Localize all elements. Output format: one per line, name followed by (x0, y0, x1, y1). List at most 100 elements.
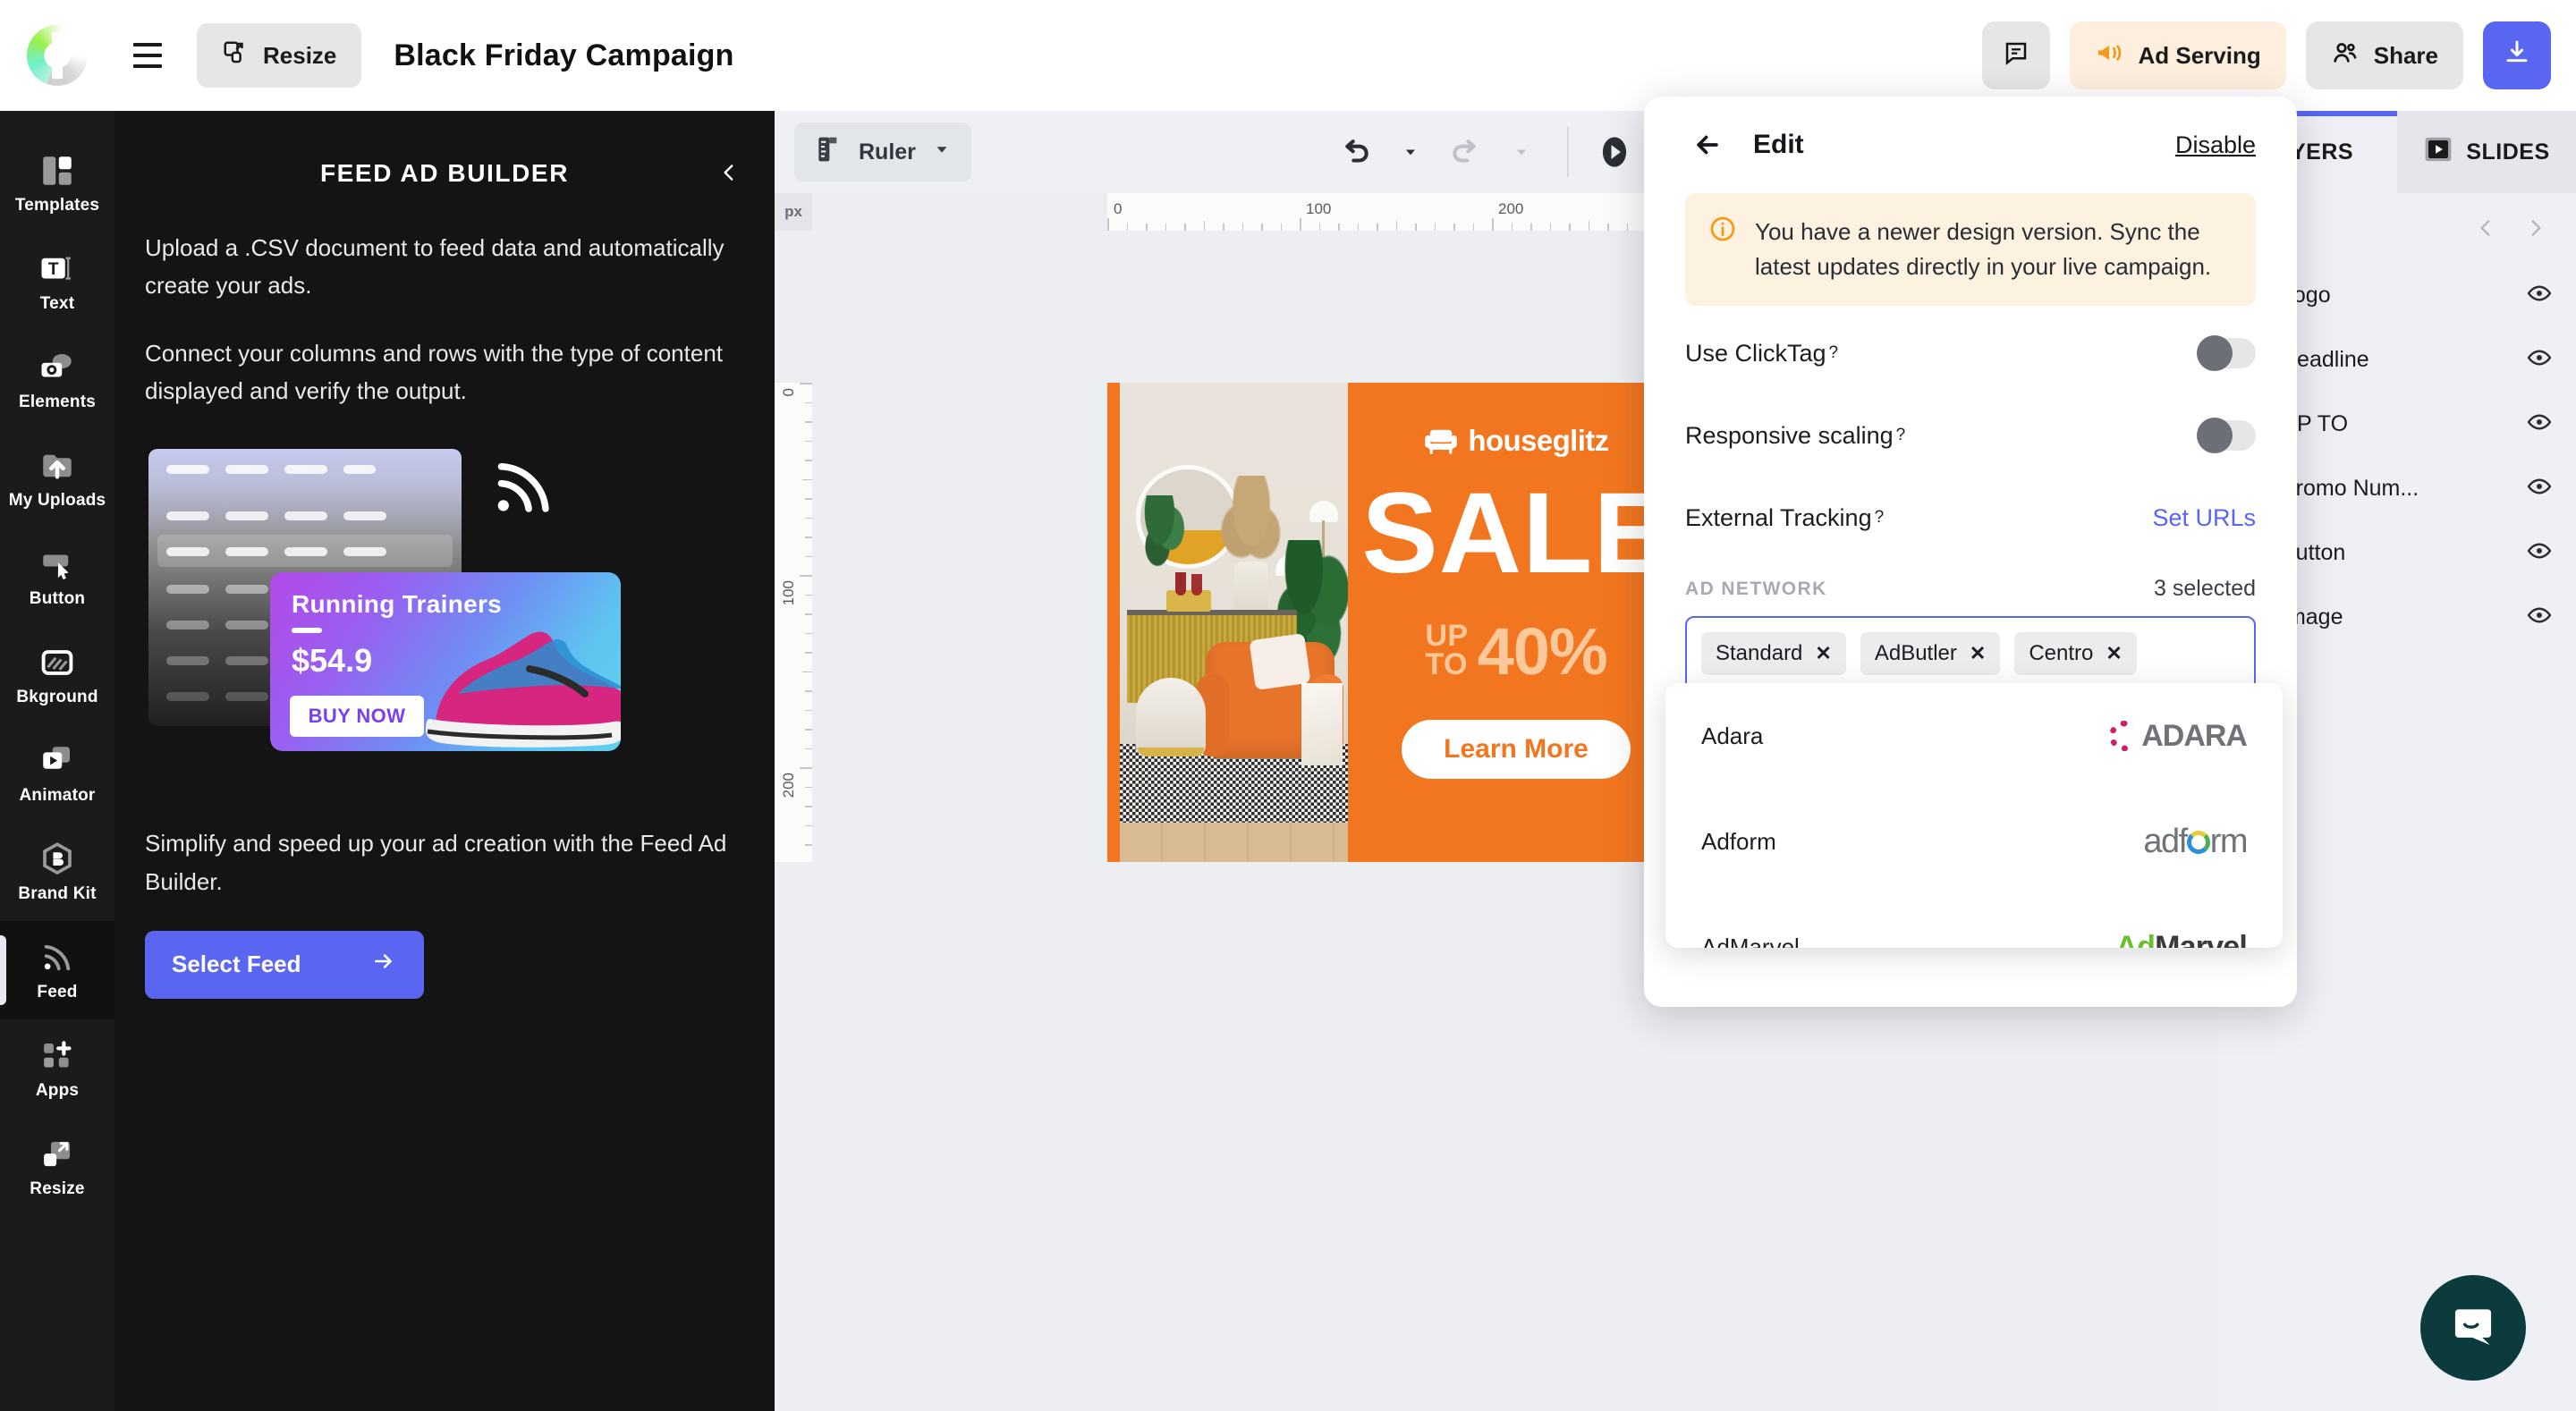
comment-icon (2003, 39, 2029, 72)
dropdown-option-admarvel[interactable]: AdMarvel AdMarvel (1665, 894, 2283, 949)
chevron-left-icon[interactable] (2469, 211, 2503, 245)
use-clicktag-row: Use ClickTag ? (1685, 318, 2256, 388)
intercom-chat-button[interactable] (2420, 1275, 2526, 1381)
document-title[interactable]: Black Friday Campaign (394, 38, 733, 73)
feed-illustration: Running Trainers $54.9 BUY NOW (145, 440, 744, 798)
external-tracking-label: External Tracking (1685, 503, 1872, 531)
rail-item-label: Feed (37, 982, 78, 1001)
select-feed-button[interactable]: Select Feed (145, 930, 424, 999)
slides-icon (2423, 136, 2453, 169)
ad-creative[interactable]: houseglitz SALE UP TO 40% Learn More (1107, 383, 1684, 862)
download-button[interactable] (2483, 21, 2551, 89)
rail-item-templates[interactable]: Templates (0, 134, 114, 232)
ad-network-chips: Standard ✕ AdButler ✕ Centro ✕ (1701, 632, 2240, 675)
rail-item-bkground[interactable]: Bkground (0, 626, 114, 724)
animator-icon (37, 742, 78, 780)
disable-link[interactable]: Disable (2175, 131, 2256, 159)
chip-label: Standard (1716, 641, 1803, 665)
rail-item-button[interactable]: Button (0, 528, 114, 626)
toolbar-divider (1566, 127, 1569, 177)
dropdown-option-label: Adara (1701, 722, 1764, 749)
rail-item-feed[interactable]: Feed (0, 921, 114, 1019)
close-icon[interactable]: ✕ (2106, 642, 2122, 665)
responsive-scaling-help-icon[interactable]: ? (1896, 426, 1906, 445)
feed-ad-preview-card: Running Trainers $54.9 BUY NOW (270, 572, 621, 752)
info-icon (1708, 215, 1737, 248)
eye-icon[interactable] (2526, 409, 2553, 440)
close-icon[interactable]: ✕ (1815, 642, 1831, 665)
chip-label: Centro (2029, 641, 2094, 665)
ruler-tick-label: 100 (780, 580, 797, 606)
text-icon: T (37, 250, 78, 288)
rail-item-label: Apps (35, 1080, 80, 1100)
close-icon[interactable]: ✕ (1970, 642, 1986, 665)
rail-item-label: Bkground (16, 687, 98, 706)
share-button[interactable]: Share (2305, 21, 2463, 89)
sneaker-image (411, 615, 621, 749)
creative-cta-button[interactable]: Learn More (1402, 719, 1631, 779)
ruler-tick-label: 0 (780, 388, 797, 397)
resize-icon (37, 1136, 78, 1173)
brand-kit-icon (37, 841, 78, 878)
arrow-left-icon[interactable] (1685, 123, 1730, 167)
eye-icon[interactable] (2526, 473, 2553, 504)
apps-icon (37, 1037, 78, 1075)
ad-network-label: AD NETWORK (1685, 578, 1827, 599)
rail-item-my-uploads[interactable]: My Uploads (0, 429, 114, 528)
chevron-right-icon[interactable] (2519, 211, 2553, 245)
rss-feed-icon (487, 456, 558, 515)
chevron-left-icon[interactable] (708, 152, 750, 193)
rail-item-elements[interactable]: Elements (0, 331, 114, 429)
slide-nav (2469, 211, 2553, 245)
version-notice: You have a newer design version. Sync th… (1685, 193, 2256, 306)
play-icon[interactable] (1589, 126, 1640, 178)
rail-item-apps[interactable]: Apps (0, 1019, 114, 1118)
redo-caret-icon[interactable] (1496, 126, 1547, 178)
creative-headline: SALE (1361, 469, 1671, 597)
ad-serving-button[interactable]: Ad Serving (2070, 21, 2286, 89)
app-logo[interactable] (0, 0, 114, 111)
resize-button[interactable]: Resize (197, 23, 362, 88)
redo-icon[interactable] (1440, 126, 1492, 178)
dropdown-option-adform[interactable]: Adform adf rm (1665, 789, 2283, 894)
undo-icon[interactable] (1329, 126, 1381, 178)
ruler-dropdown-button[interactable]: Ruler (794, 123, 971, 182)
external-tracking-help-icon[interactable]: ? (1875, 508, 1885, 528)
edit-popover-header: Edit Disable (1685, 97, 2256, 193)
rail-item-resize[interactable]: Resize (0, 1118, 114, 1216)
dropdown-option-adara[interactable]: Adara ADARA (1665, 683, 2283, 789)
feed-panel-header: FEED AD BUILDER (114, 147, 775, 200)
people-icon (2331, 38, 2360, 73)
use-clicktag-help-icon[interactable]: ? (1829, 343, 1839, 363)
use-clicktag-label: Use ClickTag (1685, 339, 1826, 367)
vertical-ruler[interactable]: 0100200300400500 (775, 231, 812, 1411)
use-clicktag-toggle[interactable] (2197, 335, 2256, 371)
ad-network-chip: AdButler ✕ (1860, 632, 2001, 675)
creative-discount-value: 40% (1477, 613, 1608, 689)
creative-to-label: TO (1425, 647, 1468, 682)
eye-icon[interactable] (2526, 537, 2553, 569)
eye-icon[interactable] (2526, 280, 2553, 311)
rail-item-label: Text (39, 293, 75, 313)
templates-icon (37, 152, 78, 190)
rail-item-text[interactable]: T Text (0, 232, 114, 331)
undo-caret-icon[interactable] (1385, 126, 1436, 178)
eye-icon[interactable] (2526, 602, 2553, 633)
ad-network-selected-count: 3 selected (2154, 576, 2256, 601)
feed-paragraph-3: Simplify and speed up your ad creation w… (145, 830, 727, 895)
tab-slides[interactable]: SLIDES (2397, 111, 2576, 193)
rail-item-brand-kit[interactable]: Brand Kit (0, 823, 114, 921)
adform-logo: adf rm (2143, 822, 2248, 860)
ad-network-section-header: AD NETWORK 3 selected (1685, 576, 2256, 602)
responsive-scaling-row: Responsive scaling ? (1685, 401, 2256, 470)
hamburger-menu-icon[interactable] (120, 28, 175, 83)
ruler-label: Ruler (859, 139, 916, 165)
comment-button[interactable] (1982, 21, 2051, 89)
rail-item-animator[interactable]: Animator (0, 724, 114, 823)
eye-icon[interactable] (2526, 344, 2553, 376)
responsive-scaling-toggle[interactable] (2197, 418, 2256, 453)
ad-network-dropdown[interactable]: AdaraADARAAdformadfrmAdMarvelAdMarvelAmo… (1665, 683, 2283, 948)
intercom-chat-icon (2448, 1301, 2498, 1356)
share-label: Share (2373, 41, 2438, 69)
set-urls-link[interactable]: Set URLs (2152, 504, 2256, 532)
